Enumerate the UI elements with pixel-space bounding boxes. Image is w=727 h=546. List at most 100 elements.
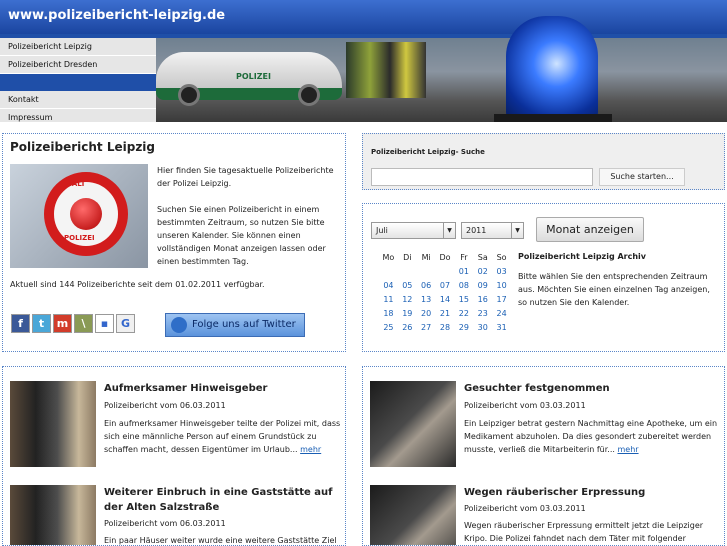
article-date: Polizeibericht vom 06.03.2011: [104, 401, 226, 410]
weekday-label: Fr: [460, 253, 468, 262]
article-title[interactable]: Gesuchter festgenommen: [464, 381, 719, 396]
calendar-day[interactable]: 02: [473, 265, 492, 279]
car-wheel: [178, 84, 200, 106]
calendar-day[interactable]: 12: [398, 293, 417, 307]
calendar-day[interactable]: 15: [454, 293, 473, 307]
calendar-day[interactable]: 01: [454, 265, 473, 279]
calendar-panel: Juli ▼ 2011 ▼ Monat anzeigen Mo Di Mi Do Fr S…: [362, 203, 725, 352]
handcuffs-image[interactable]: [370, 485, 456, 545]
nav-item-polizeibericht-dresden[interactable]: Polizeibericht Dresden: [0, 56, 156, 74]
calendar-day[interactable]: 29: [454, 321, 473, 335]
calendar-day[interactable]: 08: [454, 279, 473, 293]
weekday-label: Mo: [382, 253, 395, 262]
calendar-day[interactable]: 05: [398, 279, 417, 293]
intro-panel: Polizeibericht Leipzig HALT POLIZEI Hier…: [2, 133, 346, 352]
halt-sign-image: HALT POLIZEI: [10, 164, 148, 268]
calendar-day[interactable]: 31: [492, 321, 511, 335]
more-link[interactable]: mehr: [617, 445, 638, 454]
calendar-day[interactable]: 13: [417, 293, 436, 307]
calendar-empty-cell: [436, 265, 455, 279]
calendar-day[interactable]: 26: [398, 321, 417, 335]
month-select-value: Juli: [376, 226, 388, 235]
report-count: Aktuell sind 144 Polizeiberichte seit de…: [10, 280, 265, 289]
calendar-day[interactable]: 06: [417, 279, 436, 293]
article-column-left: Aufmerksamer Hinweisgeber Polizeibericht…: [2, 366, 346, 546]
article-title[interactable]: Weiterer Einbruch in eine Gaststätte auf…: [104, 485, 340, 515]
article-title[interactable]: Aufmerksamer Hinweisgeber: [104, 381, 340, 396]
polizei-label: POLIZEI: [64, 234, 95, 242]
article-date: Polizeibericht vom 06.03.2011: [104, 519, 226, 528]
search-panel: Polizeibericht Leipzig- Suche Suche star…: [362, 133, 725, 190]
calendar-day[interactable]: 17: [492, 293, 511, 307]
intro-paragraph: Hier finden Sie tagesaktuelle Polizeiber…: [157, 166, 334, 188]
calendar-day[interactable]: 16: [473, 293, 492, 307]
calendar-grid: Mo Di Mi Do Fr Sa So 01 02 03 04 05 06 07 08 09 10 11 12 13…: [379, 251, 511, 335]
month-select[interactable]: Juli ▼: [371, 222, 456, 239]
nav-spacer: [0, 74, 156, 91]
search-button[interactable]: Suche starten...: [599, 168, 685, 186]
twitter-icon[interactable]: t: [32, 314, 51, 333]
calendar-day[interactable]: 10: [492, 279, 511, 293]
article-text: Ein aufmerksamer Hinweisgeber teilte der…: [104, 417, 342, 456]
google-icon[interactable]: G: [116, 314, 135, 333]
calendar-day[interactable]: 30: [473, 321, 492, 335]
burglar-image[interactable]: [10, 381, 96, 467]
show-month-button[interactable]: Monat anzeigen: [536, 217, 644, 242]
chevron-down-icon: ▼: [511, 223, 523, 238]
calendar-day[interactable]: 20: [417, 307, 436, 321]
article-title[interactable]: Wegen räuberischer Erpressung: [464, 485, 719, 500]
calendar-day[interactable]: 24: [492, 307, 511, 321]
search-input[interactable]: [371, 168, 593, 186]
nav-item-impressum[interactable]: Impressum: [0, 109, 156, 122]
weekday-label: Mi: [421, 253, 431, 262]
calendar-day[interactable]: 18: [379, 307, 398, 321]
social-bar: f t m \ ▪ G: [11, 314, 137, 333]
calendar-day[interactable]: 19: [398, 307, 417, 321]
header-photo: POLIZEI: [156, 16, 727, 122]
calendar-week-row: 18 19 20 21 22 23 24: [379, 307, 511, 321]
halt-label: HALT: [66, 180, 86, 188]
calendar-week-row: 04 05 06 07 08 09 10: [379, 279, 511, 293]
calendar-day[interactable]: 07: [436, 279, 455, 293]
calendar-day[interactable]: 21: [436, 307, 455, 321]
more-link[interactable]: mehr: [300, 445, 321, 454]
calendar-day[interactable]: 23: [473, 307, 492, 321]
calendar-empty-cell: [379, 265, 398, 279]
delicious-icon[interactable]: ▪: [95, 314, 114, 333]
year-select-value: 2011: [466, 226, 487, 235]
weekday-label: So: [496, 253, 507, 262]
side-navigation: Polizeibericht Leipzig Polizeibericht Dr…: [0, 38, 156, 122]
twitter-follow-button[interactable]: Folge uns auf Twitter: [165, 313, 305, 337]
calendar-week-row: 11 12 13 14 15 16 17: [379, 293, 511, 307]
burglar-image[interactable]: [10, 485, 96, 545]
year-select[interactable]: 2011 ▼: [461, 222, 524, 239]
calendar-day[interactable]: 27: [417, 321, 436, 335]
digg-icon[interactable]: \: [74, 314, 93, 333]
handcuffs-image[interactable]: [370, 381, 456, 467]
facebook-icon[interactable]: f: [11, 314, 30, 333]
intro-paragraph: Suchen Sie einen Polizeibericht in einem…: [157, 205, 326, 266]
calendar-day[interactable]: 03: [492, 265, 511, 279]
calendar-day[interactable]: 11: [379, 293, 398, 307]
nav-item-polizeibericht-leipzig[interactable]: Polizeibericht Leipzig: [0, 38, 156, 56]
mister-wong-icon[interactable]: m: [53, 314, 72, 333]
article-date: Polizeibericht vom 03.03.2011: [464, 504, 586, 513]
siren-base: [494, 114, 612, 122]
weekday-label: Sa: [477, 253, 488, 262]
search-label: Polizeibericht Leipzig- Suche: [371, 148, 485, 156]
calendar-week-row: 01 02 03: [379, 265, 511, 279]
calendar-day[interactable]: 14: [436, 293, 455, 307]
calendar-day[interactable]: 09: [473, 279, 492, 293]
calendar-empty-cell: [398, 265, 417, 279]
article-date: Polizeibericht vom 03.03.2011: [464, 401, 586, 410]
article-text: Ein paar Häuser weiter wurde eine weiter…: [104, 536, 337, 545]
calendar-day[interactable]: 22: [454, 307, 473, 321]
calendar-day[interactable]: 04: [379, 279, 398, 293]
intro-text: Hier finden Sie tagesaktuelle Polizeiber…: [157, 164, 339, 268]
calendar-day[interactable]: 25: [379, 321, 398, 335]
calendar-week-row: 25 26 27 28 29 30 31: [379, 321, 511, 335]
intro-title: Polizeibericht Leipzig: [10, 140, 156, 154]
site-title[interactable]: www.polizeibericht-leipzig.de: [8, 8, 225, 23]
nav-item-kontakt[interactable]: Kontakt: [0, 91, 156, 109]
calendar-day[interactable]: 28: [436, 321, 455, 335]
